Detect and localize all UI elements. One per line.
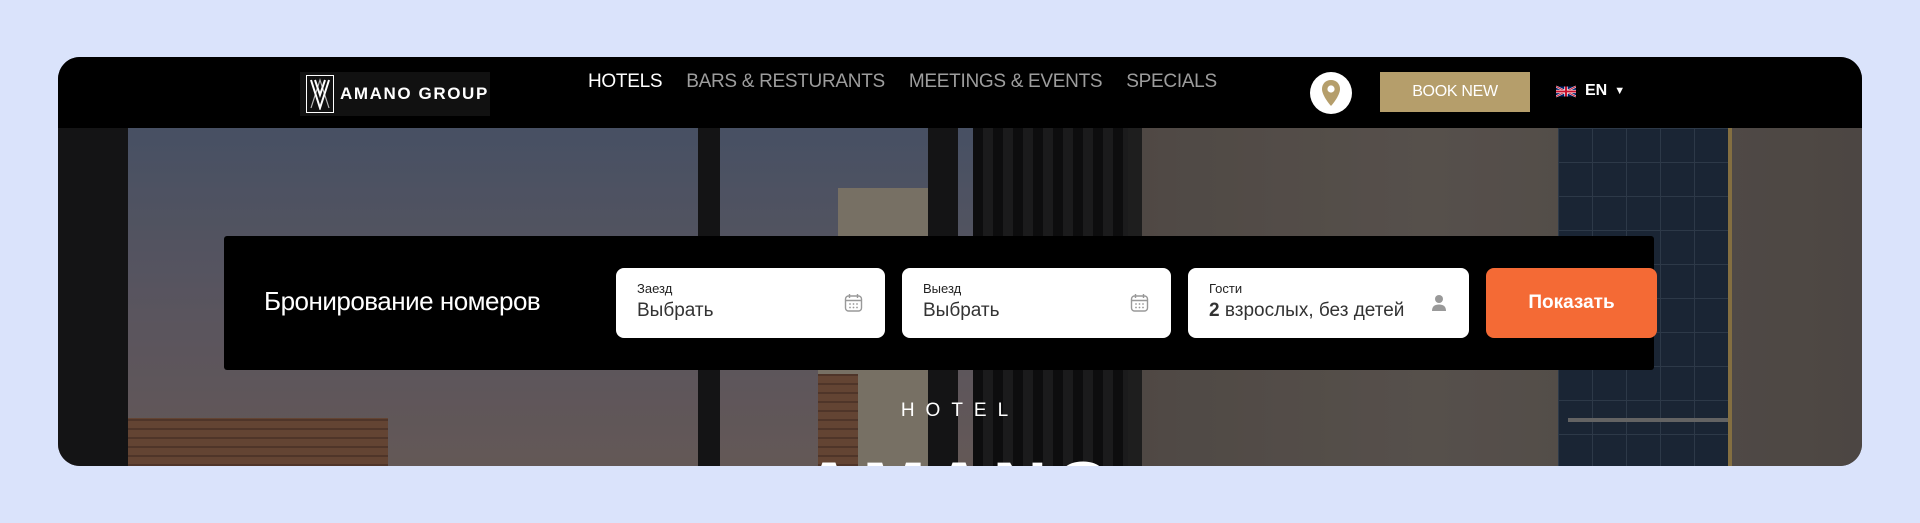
nav-item-meetings-events[interactable]: MEETINGS & EVENTS <box>909 71 1103 93</box>
caret-down-icon: ▼ <box>1614 85 1626 97</box>
main-nav: HOTELS BARS & RESTURANTS MEETINGS & EVEN… <box>588 71 1217 93</box>
user-icon <box>1432 295 1446 311</box>
calendar-icon <box>844 294 863 312</box>
logo-mark-icon <box>306 75 334 113</box>
nav-item-hotels[interactable]: HOTELS <box>588 71 663 93</box>
show-results-button[interactable]: Показать <box>1486 268 1657 338</box>
language-selector[interactable]: EN ▼ <box>1556 82 1625 100</box>
site-frame: AMANO GROUP HOTELS BARS & RESTURANTS MEE… <box>58 57 1862 466</box>
guests-field[interactable]: Гости 2 взрослых, без детей <box>1188 268 1469 338</box>
top-navigation-bar: AMANO GROUP HOTELS BARS & RESTURANTS MEE… <box>58 57 1862 128</box>
hero-eyebrow: HOTEL <box>900 400 1020 421</box>
checkin-field[interactable]: Заезд Выбрать <box>616 268 885 338</box>
booking-title: Бронирование номеров <box>264 286 541 316</box>
guests-count: 2 <box>1209 300 1220 321</box>
amano-group-logo[interactable]: AMANO GROUP <box>300 72 490 116</box>
guests-label: Гости <box>1209 281 1243 296</box>
map-pin-icon <box>1322 80 1340 106</box>
calendar-icon <box>1130 294 1149 312</box>
nav-item-bars-restaurants[interactable]: BARS & RESTURANTS <box>686 71 885 93</box>
uk-flag-icon <box>1556 85 1576 97</box>
language-label: EN <box>1585 82 1608 99</box>
checkout-field[interactable]: Выезд Выбрать <box>902 268 1171 338</box>
guests-value: 2 взрослых, без детей <box>1209 300 1469 322</box>
room-booking-bar: Бронирование номеров Заезд Выбрать Выезд… <box>224 236 1657 370</box>
book-now-button[interactable]: BOOK NEW <box>1380 72 1530 112</box>
nav-item-specials[interactable]: SPECIALS <box>1126 71 1217 93</box>
location-button[interactable] <box>1310 72 1352 114</box>
hero-title: AMANO <box>58 446 1862 466</box>
guests-description: взрослых, без детей <box>1224 300 1405 321</box>
logo-text: AMANO GROUP <box>340 84 489 103</box>
